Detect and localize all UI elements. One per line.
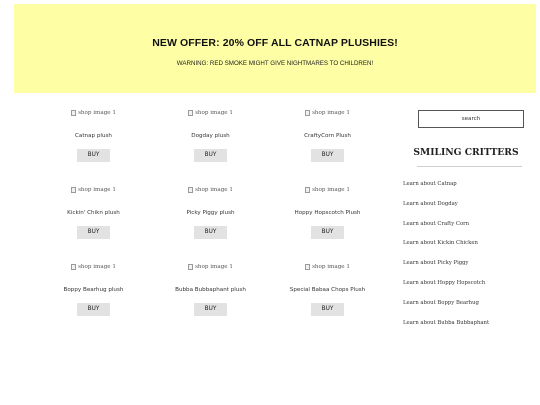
product-name: Hoppy Hopscotch Plush xyxy=(294,210,361,216)
product-name: Special Babaa Chops Plush xyxy=(289,287,366,293)
product-card: shop image 1 CraftyCorn Plush BUY xyxy=(269,101,386,178)
learn-link-dogday[interactable]: Learn about Dogday xyxy=(403,201,489,221)
product-name: Bubba Bubbaphant plush xyxy=(175,287,246,293)
learn-link-picky-piggy[interactable]: Learn about Picky Piggy xyxy=(403,260,489,280)
product-image: shop image 1 xyxy=(188,263,233,272)
product-card: shop image 1 Special Babaa Chops Plush B… xyxy=(269,255,386,332)
learn-link-hoppy-hopscotch[interactable]: Learn about Hoppy Hopscotch xyxy=(403,280,489,300)
product-card: shop image 1 Hoppy Hopscotch Plush BUY xyxy=(269,178,386,255)
learn-link-kickin-chicken[interactable]: Learn about Kickin Chicken xyxy=(403,240,489,260)
brand-heading: SMILING CRITTERS xyxy=(413,147,519,158)
broken-image-icon xyxy=(71,110,77,116)
promo-banner: NEW OFFER: 20% OFF ALL CATNAP PLUSHIES! … xyxy=(14,4,536,93)
buy-button[interactable]: BUY xyxy=(77,149,110,162)
product-image: shop image 1 xyxy=(188,109,233,118)
search-input[interactable]: search xyxy=(418,110,524,128)
broken-image-icon xyxy=(188,110,194,116)
product-image: shop image 1 xyxy=(71,263,116,272)
product-image: shop image 1 xyxy=(71,109,116,118)
buy-button[interactable]: BUY xyxy=(311,303,344,316)
warning-text: WARNING: RED SMOKE MIGHT GIVE NIGHTMARES… xyxy=(176,60,374,67)
product-image: shop image 1 xyxy=(305,109,350,118)
broken-image-icon xyxy=(71,264,77,270)
image-alt-text: shop image 1 xyxy=(312,110,350,116)
buy-button[interactable]: BUY xyxy=(77,303,110,316)
product-card: shop image 1 Catnap plush BUY xyxy=(35,101,152,178)
buy-button[interactable]: BUY xyxy=(311,226,344,239)
offer-title: NEW OFFER: 20% OFF ALL CATNAP PLUSHIES! xyxy=(152,37,398,49)
product-image: shop image 1 xyxy=(71,186,116,195)
product-card: shop image 1 Boppy Bearhug plush BUY xyxy=(35,255,152,332)
product-grid: shop image 1 Catnap plush BUY shop image… xyxy=(35,101,385,332)
image-alt-text: shop image 1 xyxy=(312,187,350,193)
product-card: shop image 1 Kickin' Chikn plush BUY xyxy=(35,178,152,255)
broken-image-icon xyxy=(305,187,311,193)
learn-links: Learn about Catnap Learn about Dogday Le… xyxy=(403,181,489,339)
product-name: Dogday plush xyxy=(191,133,230,139)
learn-link-crafty-corn[interactable]: Learn about Crafty Corn xyxy=(403,221,489,241)
image-alt-text: shop image 1 xyxy=(78,110,116,116)
buy-button[interactable]: BUY xyxy=(194,149,227,162)
product-name: Picky Piggy plush xyxy=(186,210,235,216)
product-image: shop image 1 xyxy=(305,186,350,195)
product-name: Catnap plush xyxy=(75,133,112,139)
product-name: CraftyCorn Plush xyxy=(304,133,351,139)
image-alt-text: shop image 1 xyxy=(195,264,233,270)
broken-image-icon xyxy=(188,187,194,193)
product-image: shop image 1 xyxy=(188,186,233,195)
learn-link-catnap[interactable]: Learn about Catnap xyxy=(403,181,489,201)
learn-link-boppy-bearhug[interactable]: Learn about Boppy Bearhug xyxy=(403,300,489,320)
learn-link-bubba-bubbaphant[interactable]: Learn about Bubba Bubbaphant xyxy=(403,320,489,340)
product-image: shop image 1 xyxy=(305,263,350,272)
divider xyxy=(417,166,522,167)
product-name: Kickin' Chikn plush xyxy=(67,210,120,216)
broken-image-icon xyxy=(305,110,311,116)
buy-button[interactable]: BUY xyxy=(311,149,344,162)
product-card: shop image 1 Bubba Bubbaphant plush BUY xyxy=(152,255,269,332)
image-alt-text: shop image 1 xyxy=(78,264,116,270)
broken-image-icon xyxy=(71,187,77,193)
image-alt-text: shop image 1 xyxy=(312,264,350,270)
buy-button[interactable]: BUY xyxy=(194,303,227,316)
product-card: shop image 1 Picky Piggy plush BUY xyxy=(152,178,269,255)
broken-image-icon xyxy=(188,264,194,270)
product-name: Boppy Bearhug plush xyxy=(63,287,124,293)
product-card: shop image 1 Dogday plush BUY xyxy=(152,101,269,178)
image-alt-text: shop image 1 xyxy=(195,187,233,193)
broken-image-icon xyxy=(305,264,311,270)
image-alt-text: shop image 1 xyxy=(195,110,233,116)
buy-button[interactable]: BUY xyxy=(194,226,227,239)
image-alt-text: shop image 1 xyxy=(78,187,116,193)
buy-button[interactable]: BUY xyxy=(77,226,110,239)
